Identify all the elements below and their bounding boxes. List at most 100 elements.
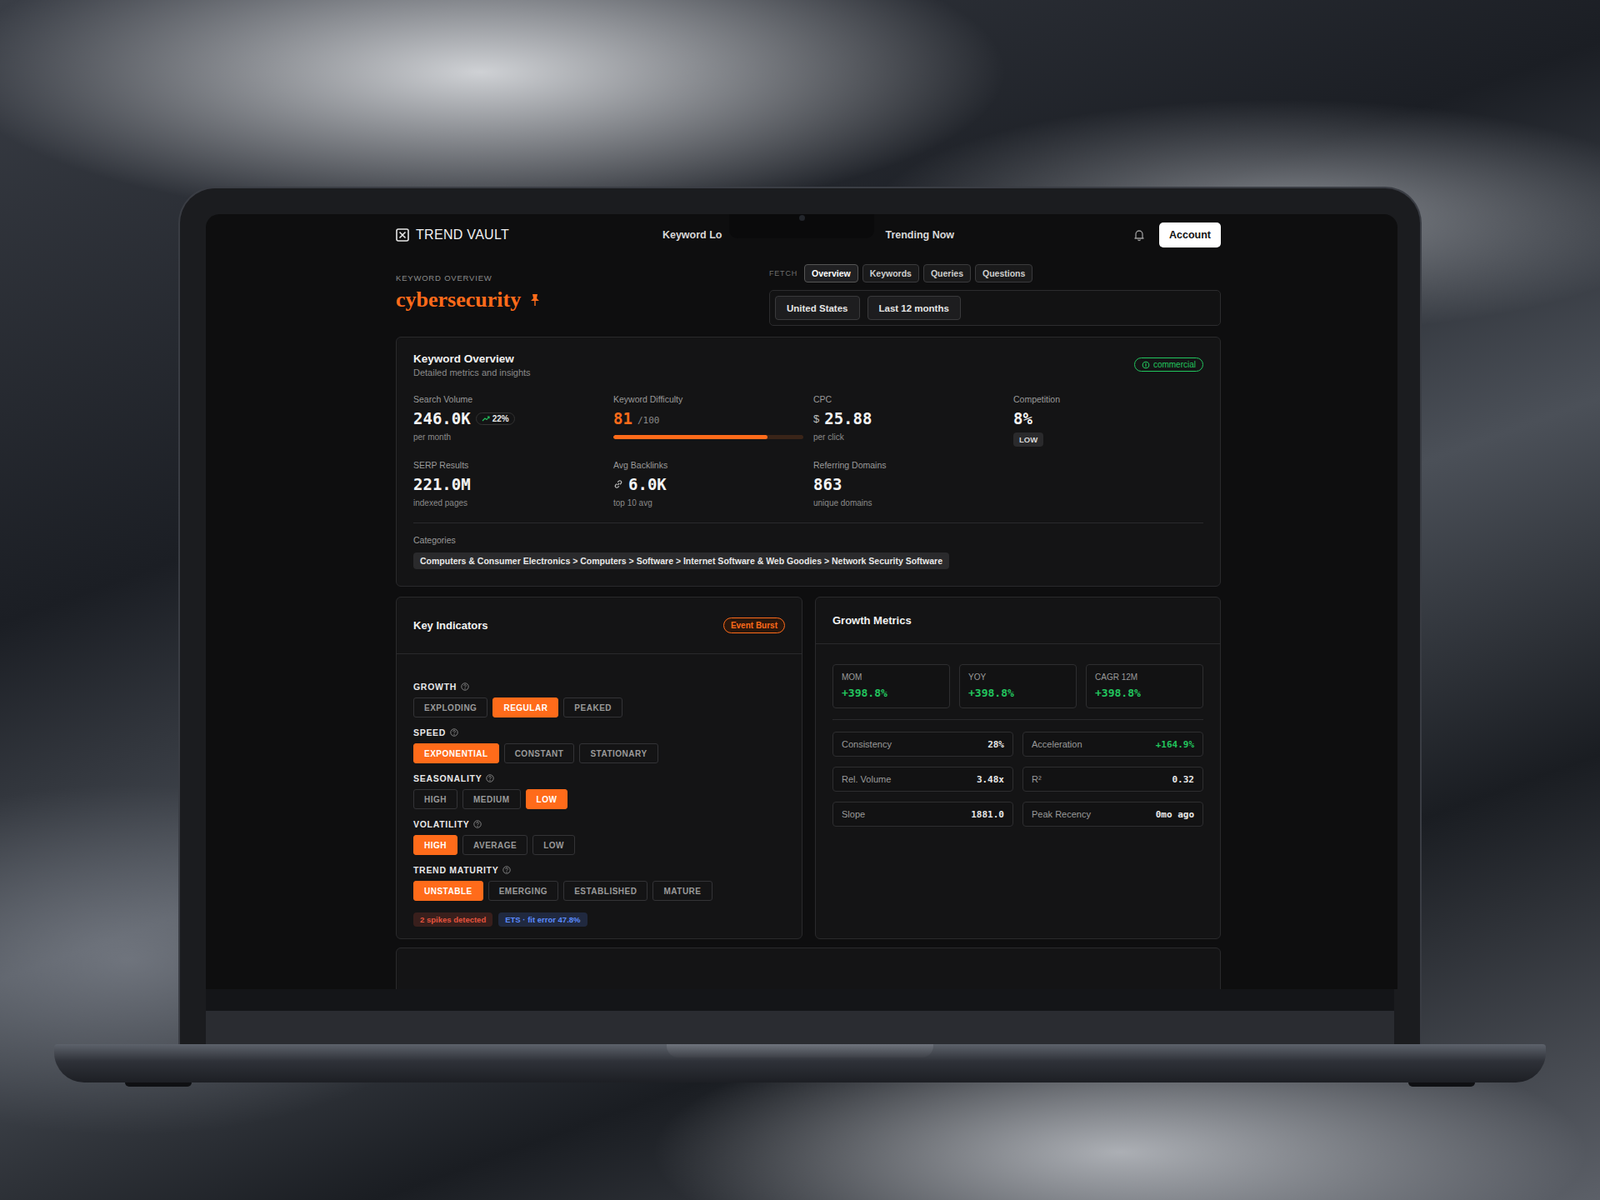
metric-value: 221.0M xyxy=(413,475,471,494)
period-box: YOY+398.8% xyxy=(959,664,1077,709)
indicator-option[interactable]: UNSTABLE xyxy=(413,880,484,901)
fetch-panel: FETCH OverviewKeywordsQueriesQuestions Uni… xyxy=(769,264,1221,326)
metric-secondary: Avg Backlinks6.0Ktop 10 avg xyxy=(613,460,804,508)
indicator-option[interactable]: EMERGING xyxy=(488,880,559,901)
indicator-option[interactable]: AVERAGE xyxy=(462,835,528,855)
metric-sub: per click xyxy=(813,432,1004,442)
help-icon[interactable] xyxy=(502,865,511,875)
filter-chip[interactable]: United States xyxy=(775,295,860,320)
difficulty-bar xyxy=(613,435,804,440)
indicator-option[interactable]: LOW xyxy=(525,789,569,810)
category-chip: Computers & Consumer Electronics > Compu… xyxy=(413,552,950,570)
metric-secondary: SERP Results221.0Mindexed pages xyxy=(413,460,604,508)
indicator-group: SPEED EXPONENTIALCONSTANTSTATIONARY xyxy=(413,727,785,764)
indicator-group: TREND MATURITY UNSTABLEEMERGINGESTABLISHE… xyxy=(413,865,785,901)
period-label: YOY xyxy=(968,672,1068,682)
indicator-option[interactable]: EXPONENTIAL xyxy=(413,743,500,764)
trend-up-icon xyxy=(481,415,490,422)
filter-chip[interactable]: Last 12 months xyxy=(867,295,961,320)
help-icon[interactable] xyxy=(460,682,470,691)
metric-value: 246.0K xyxy=(413,409,471,428)
next-card xyxy=(395,947,1221,990)
page: TREND VAULTKeyword Lo Trending Now Account… xyxy=(205,214,1398,990)
fetch-tab[interactable]: Keywords xyxy=(862,264,920,283)
growth-metrics-body: MOM+398.8%YOY+398.8%CAGR 12M+398.8%Consi… xyxy=(815,644,1220,840)
bell-icon[interactable] xyxy=(1132,228,1146,242)
indicator-option[interactable]: MEDIUM xyxy=(462,789,521,810)
indicator-options: HIGHAVERAGELOW xyxy=(413,835,785,855)
keyword-line: cybersecurity xyxy=(395,287,541,313)
metric-label: Keyword Difficulty xyxy=(613,394,804,405)
trend-value: 22% xyxy=(492,414,510,424)
metric-value: 25.88 xyxy=(824,409,872,428)
metric-competition: Competition8%LOW xyxy=(1013,394,1204,447)
indicator-option[interactable]: HIGH xyxy=(413,835,458,855)
currency: $ xyxy=(813,412,820,425)
indicator-option[interactable]: EXPLODING xyxy=(413,697,488,718)
metric-label: CPC xyxy=(813,394,1004,405)
indicator-label: TREND MATURITY xyxy=(413,865,785,875)
nav-link[interactable]: Keyword Lo xyxy=(662,229,723,241)
stat-row: Slope1881.0 xyxy=(832,801,1014,827)
stat-value: 28% xyxy=(987,739,1005,750)
indicator-option[interactable]: REGULAR xyxy=(492,697,559,718)
stat-value: 1881.0 xyxy=(970,809,1005,820)
metric-label: Avg Backlinks xyxy=(613,460,804,470)
metric-label: SERP Results xyxy=(413,460,604,470)
indicator-label: SEASONALITY xyxy=(413,773,785,784)
metric-value: 8% xyxy=(1013,409,1033,428)
indicator-option[interactable]: LOW xyxy=(532,835,575,855)
metric-value: 863 xyxy=(813,475,842,494)
help-icon[interactable] xyxy=(473,820,482,829)
metric-secondary: Referring Domains863unique domains xyxy=(813,460,1004,508)
camera-icon xyxy=(799,215,805,221)
metric-max: /100 xyxy=(637,415,660,426)
indicator-option[interactable]: HIGH xyxy=(413,789,458,810)
trend-badge: 22% xyxy=(475,412,515,425)
indicator-group: VOLATILITY HIGHAVERAGELOW xyxy=(413,819,785,855)
key-indicators-body: GROWTHEXPLODINGREGULARPEAKED SPEED EXPONEN… xyxy=(396,654,802,939)
stat-label: Acceleration xyxy=(1031,739,1083,750)
nav-link[interactable]: Trending Now xyxy=(885,229,955,241)
laptop-lid: TREND VAULTKeyword Lo Trending Now Account… xyxy=(178,186,1422,1045)
stat-label: R² xyxy=(1031,774,1042,785)
indicator-label: VOLATILITY xyxy=(413,819,785,830)
metric-sub: per month xyxy=(413,432,604,442)
indicator-tags: 2 spikes detectedETS · fit error 47.8% xyxy=(413,912,785,927)
lid-opening-notch xyxy=(666,1044,934,1058)
metric-cpc: CPC $25.88 per click xyxy=(813,394,1004,447)
intent-badge: commercial xyxy=(1134,357,1204,372)
account-button[interactable]: Account xyxy=(1159,222,1221,248)
link-icon xyxy=(613,479,624,490)
indicator-tag: ETS · fit error 47.8% xyxy=(498,912,587,927)
filter-box: United States Last 12 months xyxy=(769,290,1221,326)
stat-value: +164.9% xyxy=(1155,739,1195,750)
mockup-background: TREND VAULTKeyword Lo Trending Now Account… xyxy=(0,0,1600,1200)
growth-metrics-head: Growth Metrics xyxy=(815,597,1220,645)
foot xyxy=(125,1082,192,1087)
indicator-option[interactable]: ESTABLISHED xyxy=(563,880,648,901)
lower-cards: Key IndicatorsEvent BurstGROWTHEXPLODING… xyxy=(395,596,1221,940)
help-icon[interactable] xyxy=(485,774,495,783)
fetch-label: FETCH xyxy=(769,269,798,278)
stats-grid: Consistency28%Acceleration+164.9%Rel. Vo… xyxy=(832,731,1204,827)
brand[interactable]: TREND VAULT xyxy=(395,227,663,243)
fetch-tab[interactable]: Overview xyxy=(804,264,859,283)
indicator-option[interactable]: STATIONARY xyxy=(579,743,658,764)
period-label: CAGR 12M xyxy=(1095,672,1195,682)
indicator-group: SEASONALITY HIGHMEDIUMLOW xyxy=(413,773,785,810)
indicator-option[interactable]: MATURE xyxy=(652,880,712,901)
fetch-tab[interactable]: Questions xyxy=(975,264,1033,283)
period-boxes: MOM+398.8%YOY+398.8%CAGR 12M+398.8% xyxy=(832,664,1204,709)
metric-value: 6.0K xyxy=(628,475,667,494)
indicator-option[interactable]: PEAKED xyxy=(563,697,623,718)
pin-icon[interactable] xyxy=(529,293,541,307)
help-icon[interactable] xyxy=(450,728,459,737)
fetch-tab[interactable]: Queries xyxy=(923,264,971,283)
stat-row: R²0.32 xyxy=(1022,766,1204,792)
indicator-option[interactable]: CONSTANT xyxy=(504,743,575,764)
indicator-group: GROWTHEXPLODINGREGULARPEAKED xyxy=(413,681,785,718)
metric-value: 81 xyxy=(613,409,633,428)
keyword-title-block: KEYWORD OVERVIEWcybersecurity xyxy=(395,264,541,313)
indicator-label: SPEED xyxy=(413,727,785,738)
